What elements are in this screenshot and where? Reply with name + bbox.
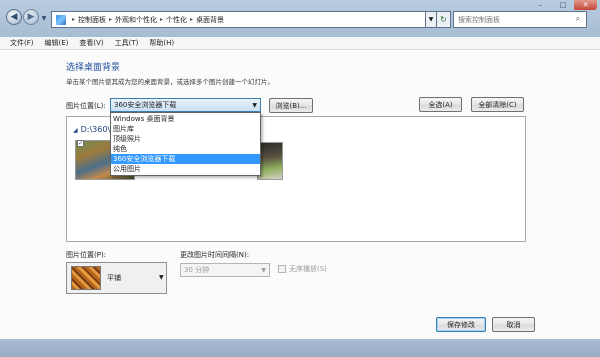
breadcrumb-appearance[interactable]: 外观和个性化: [115, 15, 157, 25]
control-panel-icon: [56, 14, 66, 25]
address-bar[interactable]: ▸ 控制面板 ▸ 外观和个性化 ▸ 个性化 ▸ 桌面背景: [51, 11, 426, 28]
picture-location-dropdown-list: Windows 桌面背景 图片库 顶级照片 纯色 360安全浏览器下载 公用图片: [110, 112, 261, 176]
location-option-top-rated[interactable]: 顶级照片: [111, 134, 260, 144]
gallery-group-label: D:\360\: [80, 125, 111, 134]
gallery-group-header[interactable]: ◢ D:\360\: [73, 125, 110, 134]
address-dropdown-button[interactable]: ▼: [426, 11, 437, 28]
refresh-icon: ↻: [440, 15, 447, 24]
interval-label: 更改图片时间间隔(N):: [180, 251, 250, 259]
chevron-down-icon: ▼: [159, 274, 164, 281]
forward-button[interactable]: ▶: [23, 9, 39, 25]
refresh-button[interactable]: ↻: [437, 11, 451, 28]
search-input[interactable]: [453, 11, 587, 28]
recent-pages-button[interactable]: ▼: [40, 14, 48, 22]
menu-help[interactable]: 帮助(H): [149, 38, 174, 48]
menu-view[interactable]: 查看(V): [79, 38, 103, 48]
minimize-button[interactable]: –: [529, 0, 552, 10]
menu-bar: 文件(F) 编辑(E) 查看(V) 工具(T) 帮助(H): [0, 37, 600, 50]
page-description: 单击某个图片使其成为您的桌面背景，或选择多个图片创建一个幻灯片。: [66, 78, 274, 86]
breadcrumb-desktop-background[interactable]: 桌面背景: [196, 15, 224, 25]
save-changes-button[interactable]: 保存修改: [436, 317, 486, 332]
location-option-public-pictures[interactable]: 公用图片: [111, 164, 260, 174]
tile-preview-icon: [71, 266, 101, 290]
breadcrumb-personalization[interactable]: 个性化: [166, 15, 187, 25]
breadcrumb-separator-icon: ▸: [72, 16, 76, 23]
picture-location-value: 360安全浏览器下载: [114, 101, 177, 109]
picture-location-label: 图片位置(L):: [66, 102, 106, 110]
back-arrow-icon: ◀: [10, 12, 18, 22]
picture-position-value: 平铺: [107, 274, 121, 282]
breadcrumb-separator-icon: ▸: [190, 16, 194, 23]
location-option-360-downloads[interactable]: 360安全浏览器下载: [111, 154, 260, 164]
chevron-down-icon: ▼: [261, 267, 266, 274]
breadcrumb-separator-icon: ▸: [160, 16, 164, 23]
breadcrumb-control-panel[interactable]: 控制面板: [78, 15, 106, 25]
chevron-down-icon: ▼: [428, 16, 434, 23]
thumbnail-checkbox[interactable]: ✓: [77, 140, 84, 147]
interval-value: 30 分钟: [184, 266, 210, 274]
window-controls: – □ ✕: [529, 0, 598, 10]
forward-arrow-icon: ▶: [27, 12, 35, 22]
picture-position-label: 图片位置(P):: [66, 251, 107, 259]
interval-select[interactable]: 30 分钟 ▼: [180, 263, 270, 277]
cancel-button[interactable]: 取消: [492, 317, 535, 332]
window-bottom-border: [0, 339, 600, 357]
maximize-button[interactable]: □: [552, 0, 575, 10]
chevron-down-icon: ▼: [252, 102, 257, 109]
picture-location-select[interactable]: 360安全浏览器下载 ▼: [110, 98, 261, 112]
clear-all-button[interactable]: 全部清除(C): [471, 97, 524, 112]
page-title: 选择桌面背景: [66, 63, 121, 73]
location-option-picture-library[interactable]: 图片库: [111, 124, 260, 134]
browse-button[interactable]: 浏览(B)...: [269, 98, 313, 113]
shuffle-label: 无序播放(S): [289, 265, 327, 273]
breadcrumb-separator-icon: ▸: [109, 16, 113, 23]
search-icon[interactable]: ⌕: [573, 14, 583, 24]
menu-file[interactable]: 文件(F): [10, 38, 34, 48]
shuffle-checkbox[interactable]: [278, 265, 286, 273]
close-button[interactable]: ✕: [574, 0, 598, 10]
select-all-button[interactable]: 全选(A): [419, 97, 462, 112]
location-option-solid-colors[interactable]: 纯色: [111, 144, 260, 154]
chevron-down-icon: ▼: [41, 14, 47, 22]
menu-tools[interactable]: 工具(T): [115, 38, 139, 48]
collapse-arrow-icon: ◢: [73, 127, 78, 134]
location-option-windows-backgrounds[interactable]: Windows 桌面背景: [111, 114, 260, 124]
back-button[interactable]: ◀: [6, 9, 22, 25]
menu-edit[interactable]: 编辑(E): [45, 38, 69, 48]
